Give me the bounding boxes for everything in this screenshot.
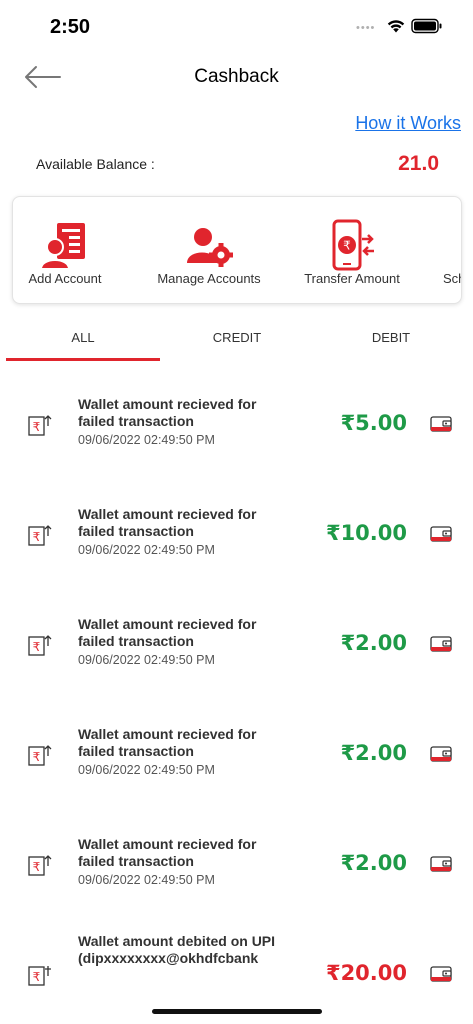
transfer-amount-button[interactable]: ₹ Transfer Amount	[299, 197, 405, 303]
tab-all[interactable]: ALL	[6, 318, 160, 362]
status-time: 2:50	[50, 16, 91, 38]
home-indicator[interactable]	[152, 1009, 322, 1014]
transaction-amount: ₹2.00	[340, 741, 407, 765]
manage-accounts-label: Manage Accounts	[157, 271, 261, 286]
rupee-credit-icon: ₹	[28, 415, 52, 436]
tab-credit[interactable]: CREDIT	[160, 318, 314, 362]
tabs: ALL CREDIT DEBIT	[0, 318, 473, 362]
manage-accounts-button[interactable]: Manage Accounts	[153, 197, 265, 303]
wallet-icon	[430, 636, 452, 652]
transaction-amount: ₹5.00	[340, 411, 407, 435]
transaction-amount: ₹2.00	[340, 851, 407, 875]
transaction-row[interactable]: ₹ Wallet amount debited on UPI (dipxxxxx…	[0, 916, 473, 1016]
wallet-icon	[430, 856, 452, 872]
add-account-label: Add Account	[28, 271, 102, 286]
rupee-credit-icon: ₹	[28, 745, 52, 766]
wifi-icon	[387, 20, 405, 33]
rupee-credit-icon: ₹	[28, 525, 52, 546]
svg-text:₹: ₹	[33, 420, 41, 434]
add-account-button[interactable]: Add Account	[15, 197, 115, 303]
wallet-icon	[430, 416, 452, 432]
signal-dots: ••••	[356, 22, 376, 34]
transaction-row[interactable]: ₹ Wallet amount recieved for failed tran…	[0, 696, 473, 806]
add-account-icon	[39, 223, 85, 270]
balance-label: Available Balance :	[36, 156, 155, 172]
transaction-amount: ₹10.00	[325, 521, 407, 545]
balance-value: 21.0	[398, 152, 439, 175]
tab-debit[interactable]: DEBIT	[314, 318, 468, 362]
transaction-date: 09/06/2022 02:49:50 PM	[78, 653, 215, 667]
transaction-title: Wallet amount debited on UPI (dipxxxxxxx…	[78, 933, 276, 966]
wallet-icon	[430, 746, 452, 762]
schedule-label: Sch	[443, 271, 461, 286]
transaction-title: Wallet amount recieved for failed transa…	[78, 396, 257, 429]
actions-card: Add Account Manage Accounts ₹ Transfer A…	[12, 196, 462, 304]
manage-accounts-icon	[187, 228, 233, 267]
rupee-credit-icon: ₹	[28, 855, 52, 876]
transaction-amount: ₹2.00	[340, 631, 407, 655]
transaction-row[interactable]: ₹ Wallet amount recieved for failed tran…	[0, 806, 473, 916]
wallet-icon	[430, 526, 452, 542]
svg-text:₹: ₹	[33, 970, 41, 984]
how-it-works-link[interactable]: How it Works	[355, 113, 461, 134]
battery-icon	[411, 18, 442, 34]
svg-text:₹: ₹	[33, 860, 41, 874]
transaction-row[interactable]: ₹ Wallet amount recieved for failed tran…	[0, 366, 473, 476]
tab-all-label: ALL	[71, 330, 95, 345]
transaction-title: Wallet amount recieved for failed transa…	[78, 726, 257, 759]
active-tab-indicator	[6, 358, 160, 361]
page-title: Cashback	[194, 66, 279, 87]
transaction-title: Wallet amount recieved for failed transa…	[78, 616, 257, 649]
svg-text:₹: ₹	[33, 530, 41, 544]
transfer-amount-label: Transfer Amount	[304, 271, 400, 286]
transaction-date: 09/06/2022 02:49:50 PM	[78, 543, 215, 557]
header: Cashback	[0, 54, 473, 102]
transaction-row[interactable]: ₹ Wallet amount recieved for failed tran…	[0, 476, 473, 586]
svg-text:₹: ₹	[33, 750, 41, 764]
rupee-credit-icon: ₹	[28, 635, 52, 656]
transaction-date: 09/06/2022 02:49:50 PM	[78, 433, 215, 447]
transaction-title: Wallet amount recieved for failed transa…	[78, 506, 257, 539]
rupee-debit-icon: ₹	[28, 966, 51, 986]
transaction-row[interactable]: ₹ Wallet amount recieved for failed tran…	[0, 586, 473, 696]
transaction-title: Wallet amount recieved for failed transa…	[78, 836, 257, 869]
transaction-amount: ₹20.00	[325, 961, 407, 985]
transaction-date: 09/06/2022 02:49:50 PM	[78, 873, 215, 887]
tab-credit-label: CREDIT	[212, 330, 262, 345]
transfer-amount-icon: ₹	[332, 219, 374, 271]
schedule-button[interactable]: Sch	[439, 197, 461, 303]
transaction-date: 09/06/2022 02:49:50 PM	[78, 763, 215, 777]
svg-text:₹: ₹	[33, 640, 41, 654]
svg-text:₹: ₹	[343, 239, 351, 253]
wallet-icon	[430, 966, 452, 982]
tab-debit-label: DEBIT	[371, 330, 411, 345]
status-bar: 2:50 ••••	[0, 0, 473, 54]
